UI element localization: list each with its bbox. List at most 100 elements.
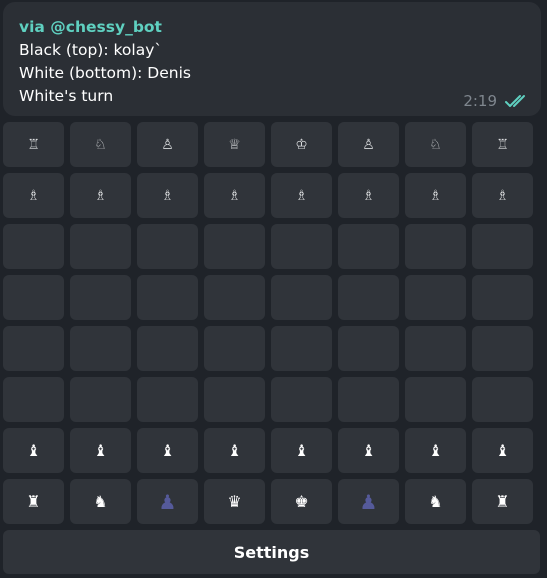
board-square-d3[interactable] bbox=[204, 377, 265, 422]
board-square-g6[interactable] bbox=[405, 224, 466, 269]
via-bot-link[interactable]: via @chessy_bot bbox=[19, 16, 525, 39]
board-square-h1[interactable]: ♜ bbox=[472, 479, 533, 524]
board-square-b4[interactable] bbox=[70, 326, 131, 371]
settings-button[interactable]: Settings bbox=[3, 530, 540, 574]
white-player-line: White (bottom): Denis bbox=[19, 64, 191, 82]
board-square-d4[interactable] bbox=[204, 326, 265, 371]
board-square-h2[interactable]: ♝ bbox=[472, 428, 533, 473]
chess-piece-icon: ♖ bbox=[496, 136, 509, 153]
board-row: ♝ ♝ ♝ ♝ ♝ ♝ ♝ ♝ bbox=[3, 428, 543, 473]
board-square-a5[interactable] bbox=[3, 275, 64, 320]
message-meta: 2:19 bbox=[463, 92, 529, 110]
chess-piece-icon: ♝ bbox=[294, 440, 309, 460]
board-square-h3[interactable] bbox=[472, 377, 533, 422]
double-check-icon bbox=[505, 94, 529, 108]
chess-piece-icon: ♗ bbox=[228, 187, 241, 204]
board-square-a8[interactable]: ♖ bbox=[3, 122, 64, 167]
chess-piece-icon: ♗ bbox=[94, 187, 107, 204]
board-row bbox=[3, 275, 543, 320]
board-row: ♜ ♞ ♟ ♛ ♚ ♟ ♞ ♜ bbox=[3, 479, 543, 524]
board-square-f6[interactable] bbox=[338, 224, 399, 269]
board-square-c2[interactable]: ♝ bbox=[137, 428, 198, 473]
turn-status: White's turn bbox=[19, 87, 114, 105]
chess-piece-icon: ♖ bbox=[27, 136, 40, 153]
board-square-b2[interactable]: ♝ bbox=[70, 428, 131, 473]
board-square-b1[interactable]: ♞ bbox=[70, 479, 131, 524]
board-square-f5[interactable] bbox=[338, 275, 399, 320]
board-square-g1[interactable]: ♞ bbox=[405, 479, 466, 524]
board-square-f7[interactable]: ♗ bbox=[338, 173, 399, 218]
board-square-f4[interactable] bbox=[338, 326, 399, 371]
chess-piece-icon: ♟ bbox=[359, 489, 378, 514]
board-square-a3[interactable] bbox=[3, 377, 64, 422]
chess-piece-icon: ♛ bbox=[227, 491, 242, 511]
board-square-g4[interactable] bbox=[405, 326, 466, 371]
board-square-h4[interactable] bbox=[472, 326, 533, 371]
board-square-e3[interactable] bbox=[271, 377, 332, 422]
board-square-g5[interactable] bbox=[405, 275, 466, 320]
board-square-d6[interactable] bbox=[204, 224, 265, 269]
board-square-h6[interactable] bbox=[472, 224, 533, 269]
board-square-a7[interactable]: ♗ bbox=[3, 173, 64, 218]
board-square-c8[interactable]: ♙ bbox=[137, 122, 198, 167]
board-square-a4[interactable] bbox=[3, 326, 64, 371]
board-row bbox=[3, 224, 543, 269]
board-square-d5[interactable] bbox=[204, 275, 265, 320]
chess-piece-icon: ♞ bbox=[428, 491, 443, 511]
board-square-e7[interactable]: ♗ bbox=[271, 173, 332, 218]
chess-piece-icon: ♙ bbox=[362, 136, 375, 153]
chess-piece-icon: ♗ bbox=[496, 187, 509, 204]
board-square-e8[interactable]: ♔ bbox=[271, 122, 332, 167]
chess-piece-icon: ♜ bbox=[495, 491, 510, 511]
chess-piece-icon: ♔ bbox=[295, 136, 308, 153]
board-square-a1[interactable]: ♜ bbox=[3, 479, 64, 524]
board-square-f2[interactable]: ♝ bbox=[338, 428, 399, 473]
chess-piece-icon: ♗ bbox=[295, 187, 308, 204]
board-square-e5[interactable] bbox=[271, 275, 332, 320]
chat-message-container: via @chessy_bot Black (top): kolay` Whit… bbox=[0, 0, 547, 578]
board-square-h7[interactable]: ♗ bbox=[472, 173, 533, 218]
board-square-b6[interactable] bbox=[70, 224, 131, 269]
board-square-b5[interactable] bbox=[70, 275, 131, 320]
board-square-g3[interactable] bbox=[405, 377, 466, 422]
chess-piece-icon: ♝ bbox=[428, 440, 443, 460]
chess-piece-icon: ♜ bbox=[26, 491, 41, 511]
chess-piece-icon: ♕ bbox=[228, 136, 241, 153]
chess-piece-icon: ♘ bbox=[429, 136, 442, 153]
board-square-c5[interactable] bbox=[137, 275, 198, 320]
board-square-a2[interactable]: ♝ bbox=[3, 428, 64, 473]
board-row: ♖ ♘ ♙ ♕ ♔ ♙ ♘ ♖ bbox=[3, 122, 543, 167]
board-square-b8[interactable]: ♘ bbox=[70, 122, 131, 167]
board-square-d2[interactable]: ♝ bbox=[204, 428, 265, 473]
chess-piece-icon: ♝ bbox=[495, 440, 510, 460]
chess-piece-icon: ♝ bbox=[361, 440, 376, 460]
board-square-h5[interactable] bbox=[472, 275, 533, 320]
board-square-e6[interactable] bbox=[271, 224, 332, 269]
board-square-c1[interactable]: ♟ bbox=[137, 479, 198, 524]
board-square-c7[interactable]: ♗ bbox=[137, 173, 198, 218]
board-square-d7[interactable]: ♗ bbox=[204, 173, 265, 218]
board-square-a6[interactable] bbox=[3, 224, 64, 269]
chess-piece-icon: ♗ bbox=[161, 187, 174, 204]
board-square-b3[interactable] bbox=[70, 377, 131, 422]
board-square-g2[interactable]: ♝ bbox=[405, 428, 466, 473]
board-square-f8[interactable]: ♙ bbox=[338, 122, 399, 167]
chess-piece-icon: ♝ bbox=[93, 440, 108, 460]
board-square-c3[interactable] bbox=[137, 377, 198, 422]
board-square-g8[interactable]: ♘ bbox=[405, 122, 466, 167]
board-square-f1[interactable]: ♟ bbox=[338, 479, 399, 524]
board-square-c6[interactable] bbox=[137, 224, 198, 269]
board-square-b7[interactable]: ♗ bbox=[70, 173, 131, 218]
board-square-g7[interactable]: ♗ bbox=[405, 173, 466, 218]
board-square-f3[interactable] bbox=[338, 377, 399, 422]
board-square-e2[interactable]: ♝ bbox=[271, 428, 332, 473]
board-square-c4[interactable] bbox=[137, 326, 198, 371]
board-square-e1[interactable]: ♚ bbox=[271, 479, 332, 524]
chess-piece-icon: ♘ bbox=[94, 136, 107, 153]
board-square-e4[interactable] bbox=[271, 326, 332, 371]
board-row: ♗ ♗ ♗ ♗ ♗ ♗ ♗ ♗ bbox=[3, 173, 543, 218]
board-square-h8[interactable]: ♖ bbox=[472, 122, 533, 167]
chess-piece-icon: ♝ bbox=[227, 440, 242, 460]
board-square-d8[interactable]: ♕ bbox=[204, 122, 265, 167]
board-square-d1[interactable]: ♛ bbox=[204, 479, 265, 524]
